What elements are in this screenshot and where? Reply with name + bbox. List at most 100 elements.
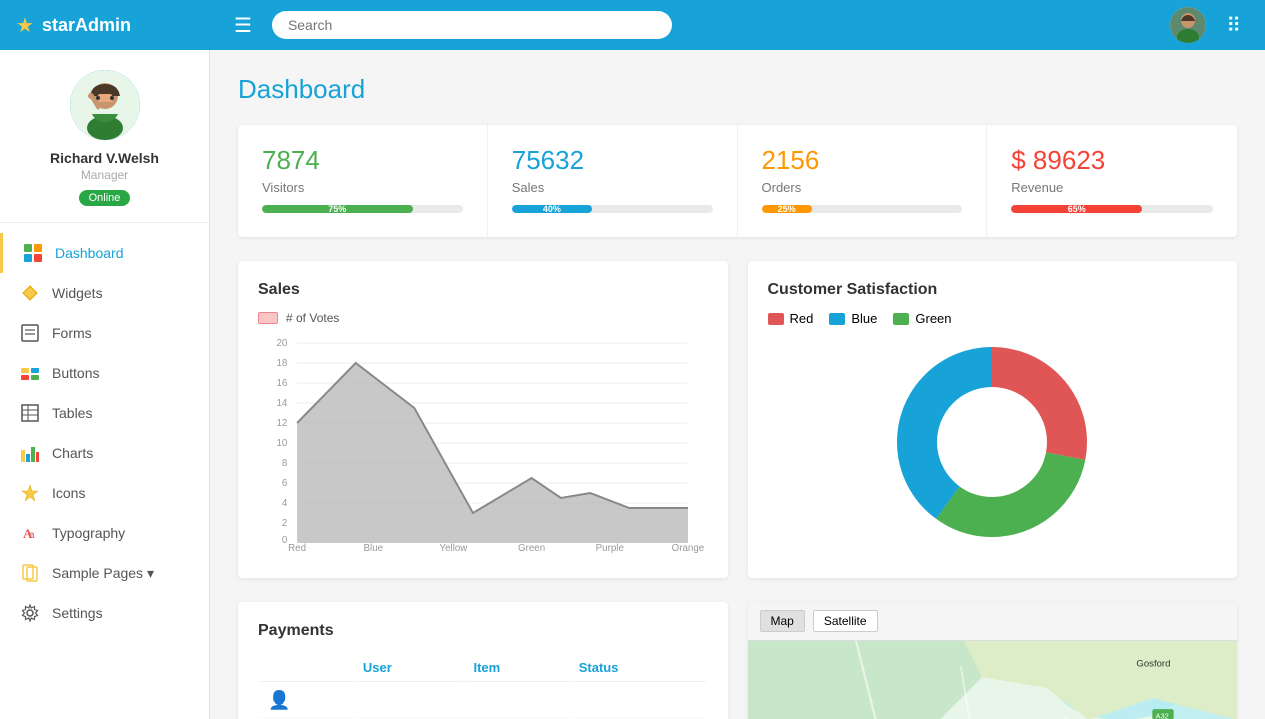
tables-icon bbox=[20, 403, 40, 423]
donut-label-red: Red bbox=[790, 311, 814, 326]
charts-icon bbox=[20, 443, 40, 463]
dashboard-icon bbox=[23, 243, 43, 263]
svg-text:10: 10 bbox=[276, 438, 287, 449]
sidebar-item-charts[interactable]: Charts bbox=[0, 433, 209, 473]
svg-text:Purple: Purple bbox=[596, 543, 625, 553]
stat-card-visitors: 7874 Visitors 75% bbox=[238, 125, 488, 237]
svg-text:Gosford: Gosford bbox=[1136, 659, 1170, 670]
grid-button[interactable]: ⠿ bbox=[1218, 9, 1249, 42]
svg-text:Green: Green bbox=[518, 543, 545, 553]
stat-label-revenue: Revenue bbox=[1011, 180, 1213, 195]
stat-bar-bg-revenue: 65% bbox=[1011, 205, 1213, 213]
bottom-row: Payments User Item Status 👤 bbox=[238, 602, 1237, 719]
svg-text:16: 16 bbox=[276, 378, 287, 389]
sales-chart-card: Sales # of Votes bbox=[238, 261, 728, 578]
nav-right: ☰ ⠿ bbox=[226, 7, 1249, 43]
sidebar-item-typography[interactable]: Aa Typography bbox=[0, 513, 209, 553]
payments-col-item: Item bbox=[465, 654, 568, 682]
sidebar-item-label: Icons bbox=[52, 485, 85, 501]
main-content: Dashboard 7874 Visitors 75% 75632 Sales … bbox=[210, 50, 1265, 719]
stat-label-sales: Sales bbox=[512, 180, 713, 195]
widgets-icon bbox=[20, 283, 40, 303]
stat-bar-orders: 25% bbox=[762, 205, 812, 213]
table-row: 👤 bbox=[260, 684, 706, 718]
profile-name: Richard V.Welsh bbox=[50, 150, 159, 166]
page-title: Dashboard bbox=[238, 74, 1237, 105]
avatar[interactable] bbox=[1170, 7, 1206, 43]
sidebar-item-label: Widgets bbox=[52, 285, 103, 301]
online-badge: Online bbox=[79, 190, 131, 206]
svg-text:Yellow: Yellow bbox=[440, 543, 469, 553]
map-button-map[interactable]: Map bbox=[760, 610, 805, 632]
payments-col-user: User bbox=[355, 654, 464, 682]
stat-card-revenue: $ 89623 Revenue 65% bbox=[987, 125, 1237, 237]
row-status bbox=[571, 684, 706, 718]
sidebar-item-label: Tables bbox=[52, 405, 92, 421]
donut-chart bbox=[768, 342, 1218, 542]
charts-row: Sales # of Votes bbox=[238, 261, 1237, 578]
svg-text:Blue: Blue bbox=[364, 543, 384, 553]
stat-bar-revenue: 65% bbox=[1011, 205, 1142, 213]
stat-bar-sales: 40% bbox=[512, 205, 592, 213]
svg-text:2: 2 bbox=[282, 518, 287, 529]
stat-value-sales: 75632 bbox=[512, 145, 713, 176]
settings-icon bbox=[20, 603, 40, 623]
map-card: Map Satellite bbox=[748, 602, 1238, 719]
sidebar: Richard V.Welsh Manager Online Dashboard… bbox=[0, 50, 210, 719]
payments-card: Payments User Item Status 👤 bbox=[238, 602, 728, 719]
icons-icon bbox=[20, 483, 40, 503]
legend-label: # of Votes bbox=[286, 311, 339, 325]
svg-text:18: 18 bbox=[276, 358, 287, 369]
svg-text:20: 20 bbox=[276, 338, 287, 349]
donut-dot-red bbox=[768, 313, 784, 325]
stat-bar-bg-orders: 25% bbox=[762, 205, 963, 213]
brand-star-icon: ★ bbox=[16, 13, 34, 38]
stat-bar-bg-visitors: 75% bbox=[262, 205, 463, 213]
hamburger-button[interactable]: ☰ bbox=[226, 9, 260, 42]
sidebar-item-label: Dashboard bbox=[55, 245, 124, 261]
donut-label-green: Green bbox=[915, 311, 951, 326]
typography-icon: Aa bbox=[20, 523, 40, 543]
brand: ★ starAdmin bbox=[16, 13, 226, 38]
stat-label-orders: Orders bbox=[762, 180, 963, 195]
stat-card-sales: 75632 Sales 40% bbox=[488, 125, 738, 237]
donut-legend-blue: Blue bbox=[829, 311, 877, 326]
sidebar-item-label: Sample Pages ▾ bbox=[52, 565, 154, 582]
sidebar-item-widgets[interactable]: Widgets bbox=[0, 273, 209, 313]
donut-legend-green: Green bbox=[893, 311, 951, 326]
top-navigation: ★ starAdmin ☰ ⠿ bbox=[0, 0, 1265, 50]
stat-bar-visitors: 75% bbox=[262, 205, 413, 213]
buttons-icon bbox=[20, 363, 40, 383]
satisfaction-chart-card: Customer Satisfaction Red Blue Green bbox=[748, 261, 1238, 578]
svg-text:a: a bbox=[29, 530, 35, 541]
sidebar-item-label: Buttons bbox=[52, 365, 99, 381]
stat-value-visitors: 7874 bbox=[262, 145, 463, 176]
donut-label-blue: Blue bbox=[851, 311, 877, 326]
svg-text:A32: A32 bbox=[1155, 712, 1168, 719]
svg-text:12: 12 bbox=[276, 418, 287, 429]
svg-text:Orange: Orange bbox=[672, 543, 705, 553]
sidebar-item-label: Typography bbox=[52, 525, 125, 541]
sidebar-item-icons[interactable]: Icons bbox=[0, 473, 209, 513]
stat-bar-bg-sales: 40% bbox=[512, 205, 713, 213]
map-button-satellite[interactable]: Satellite bbox=[813, 610, 878, 632]
sidebar-item-sample-pages[interactable]: Sample Pages ▾ bbox=[0, 553, 209, 593]
sidebar-item-label: Settings bbox=[52, 605, 103, 621]
sidebar-item-forms[interactable]: Forms bbox=[0, 313, 209, 353]
sidebar-item-tables[interactable]: Tables bbox=[0, 393, 209, 433]
payments-title: Payments bbox=[258, 622, 708, 640]
profile-role: Manager bbox=[81, 168, 128, 182]
row-icon: 👤 bbox=[260, 684, 353, 718]
donut-dot-green bbox=[893, 313, 909, 325]
svg-text:8: 8 bbox=[282, 458, 288, 469]
profile-avatar bbox=[70, 70, 140, 140]
satisfaction-chart-title: Customer Satisfaction bbox=[768, 281, 1218, 299]
forms-icon bbox=[20, 323, 40, 343]
sidebar-item-settings[interactable]: Settings bbox=[0, 593, 209, 633]
svg-text:4: 4 bbox=[282, 498, 288, 509]
sidebar-item-dashboard[interactable]: Dashboard bbox=[0, 233, 209, 273]
sidebar-profile: Richard V.Welsh Manager Online bbox=[0, 50, 209, 223]
search-input[interactable] bbox=[272, 11, 672, 39]
sidebar-item-buttons[interactable]: Buttons bbox=[0, 353, 209, 393]
donut-legend: Red Blue Green bbox=[768, 311, 1218, 326]
